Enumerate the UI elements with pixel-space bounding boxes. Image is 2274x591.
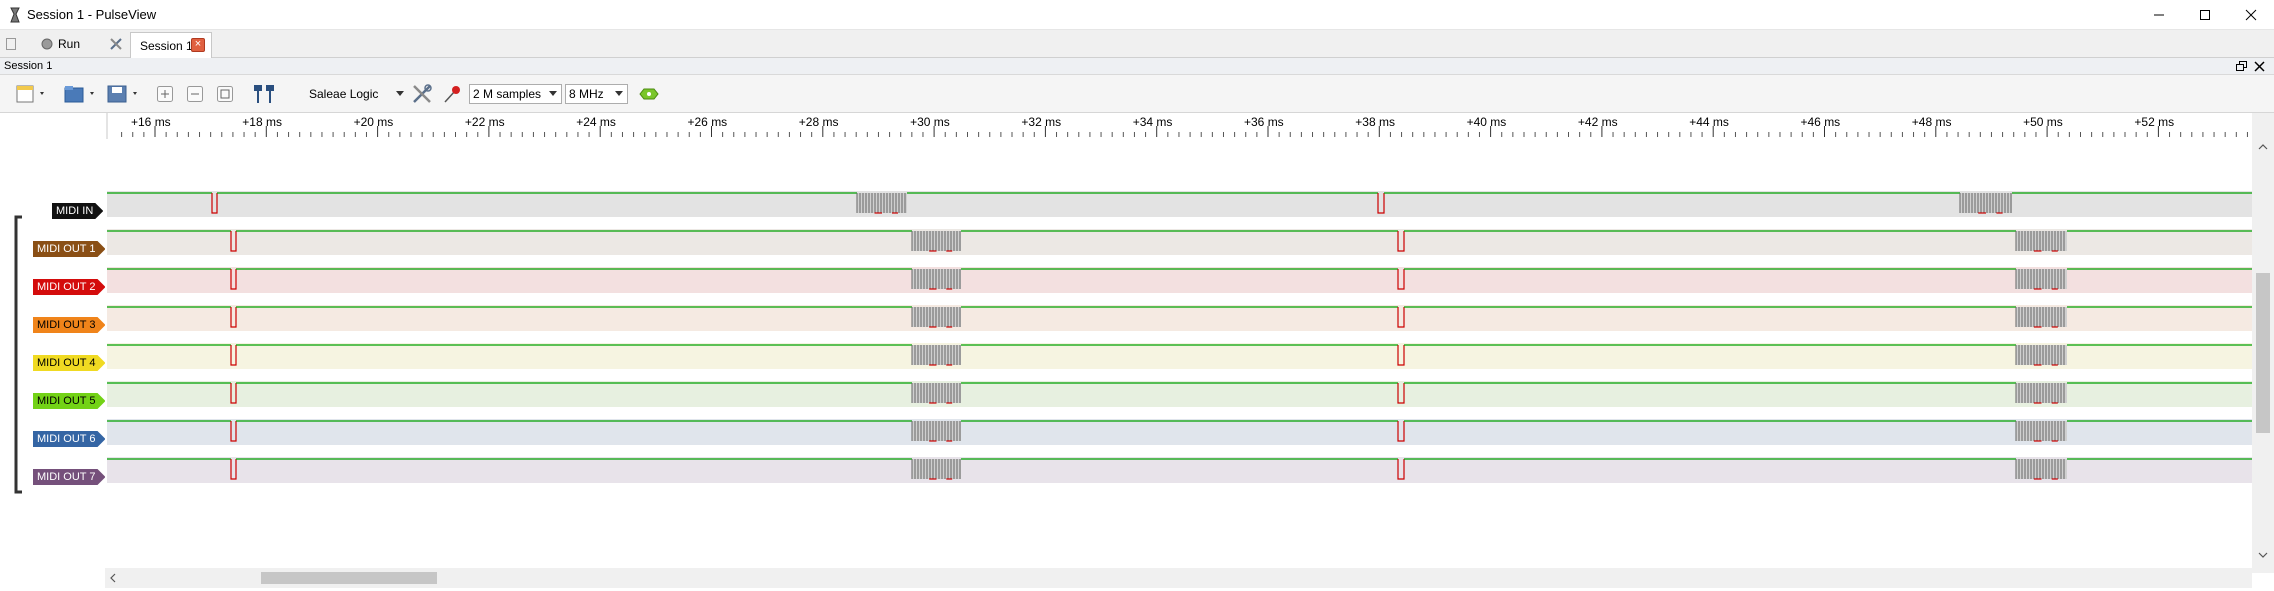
tools-icon [413, 84, 432, 103]
scrollbar-graphic [110, 572, 437, 584]
zoom-fit-icon [217, 86, 233, 102]
cursor-markers-icon [254, 85, 274, 103]
tab-session-1[interactable]: Session 1 × [130, 32, 212, 58]
probe-config-button[interactable] [440, 82, 464, 106]
pulseview-app-icon [10, 7, 20, 23]
open-folder-icon [64, 86, 94, 103]
channel-label[interactable]: MIDI OUT 4 [33, 355, 105, 371]
settings-tab-button[interactable] [108, 33, 126, 55]
title-bar: Session 1 - PulseView [0, 0, 2274, 30]
sample-rate-value: 8 MHz [569, 87, 604, 101]
session-tab-label: Session 1 [140, 38, 193, 53]
scrollbar-graphic [2256, 144, 2270, 558]
horizontal-scrollbar[interactable] [105, 568, 2252, 588]
add-decoder-button[interactable] [636, 82, 662, 106]
maximize-button[interactable] [2182, 0, 2228, 30]
float-dock-icon[interactable] [2236, 61, 2247, 72]
decoder-icon [639, 88, 659, 100]
signal-view: +16 ms +18 ms +20 ms +22 ms +24 ms +26 ms +28 … [0, 113, 2274, 588]
zoom-in-icon [157, 86, 173, 102]
new-view-button[interactable] [12, 82, 50, 106]
chevron-down-icon [396, 91, 404, 96]
main-tab-bar: Run Session 1 × [0, 30, 2274, 58]
save-button[interactable] [104, 82, 144, 106]
close-tab-icon[interactable]: × [191, 38, 205, 52]
sample-count-select[interactable]: 2 M samples [469, 84, 562, 104]
session-toolbar: Saleae Logic 2 M samples 8 MHz [0, 75, 2274, 113]
zoom-out-button[interactable] [184, 82, 206, 106]
trace-area [14, 191, 2252, 494]
run-icon [41, 38, 53, 50]
channel-label[interactable]: MIDI OUT 6 [33, 431, 105, 447]
channel-label[interactable]: MIDI IN [52, 203, 103, 219]
close-dock-icon[interactable] [2254, 61, 2265, 72]
blank-page-icon [6, 38, 16, 50]
new-session-tab-button[interactable] [4, 33, 22, 55]
session-dock-bar: Session 1 [0, 58, 2274, 75]
sample-rate-select[interactable]: 8 MHz [565, 84, 628, 104]
chevron-down-icon [549, 91, 557, 96]
channel-label[interactable]: MIDI OUT 3 [33, 317, 105, 333]
vertical-scrollbar[interactable] [2252, 113, 2274, 573]
cursors-button[interactable] [250, 82, 278, 106]
zoom-in-button[interactable] [154, 82, 176, 106]
new-document-icon [16, 85, 44, 103]
configure-device-button[interactable] [410, 82, 434, 106]
zoom-fit-button[interactable] [214, 82, 236, 106]
channel-label[interactable]: MIDI OUT 2 [33, 279, 105, 295]
open-file-button[interactable] [62, 82, 100, 106]
save-icon [107, 85, 137, 103]
minimize-icon [2154, 14, 2164, 16]
device-selector[interactable]: Saleae Logic [306, 84, 406, 104]
channel-label[interactable]: MIDI OUT 7 [33, 469, 105, 485]
minimize-button[interactable] [2136, 0, 2182, 30]
tools-icon [110, 38, 122, 50]
close-icon [2245, 9, 2257, 21]
zoom-out-icon [187, 86, 203, 102]
device-label: Saleae Logic [309, 87, 379, 101]
dock-title: Session 1 [4, 60, 53, 72]
probe-icon [444, 86, 460, 103]
channel-label[interactable]: MIDI OUT 5 [33, 393, 105, 409]
run-label: Run [58, 37, 81, 51]
run-button[interactable]: Run [40, 33, 90, 55]
chevron-down-icon [615, 91, 623, 96]
sample-count-value: 2 M samples [473, 87, 542, 101]
close-window-button[interactable] [2228, 0, 2274, 30]
maximize-icon [2200, 10, 2210, 20]
window-title: Session 1 - PulseView [27, 7, 157, 22]
channel-label[interactable]: MIDI OUT 1 [33, 241, 105, 257]
